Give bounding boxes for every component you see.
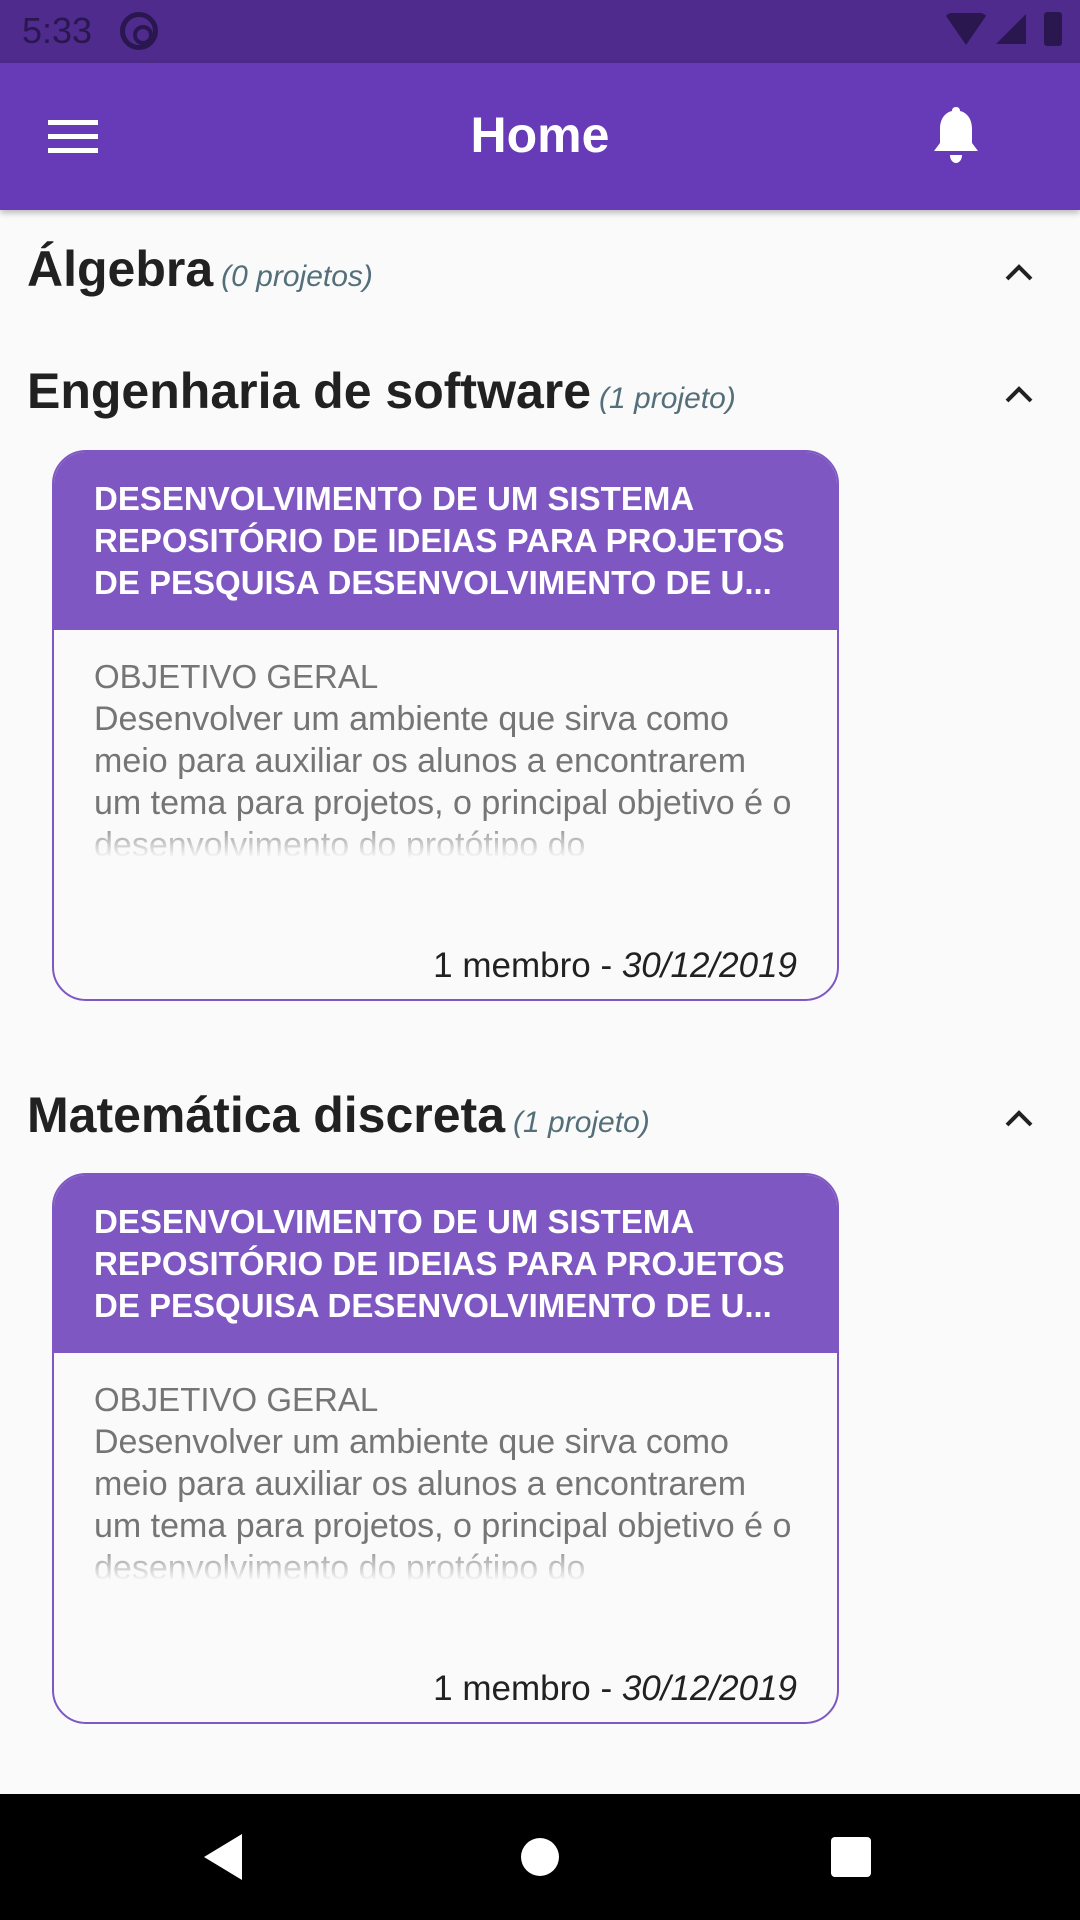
section-count: (1 projeto) <box>599 382 736 415</box>
recents-icon[interactable] <box>831 1837 871 1877</box>
chevron-up-icon[interactable] <box>1003 378 1035 410</box>
project-card[interactable]: DESENVOLVIMENTO DE UM SISTEMA REPOSITÓRI… <box>52 450 839 1001</box>
card-title: DESENVOLVIMENTO DE UM SISTEMA REPOSITÓRI… <box>54 452 837 630</box>
card-footer: 1 membro - 30/12/2019 <box>433 1669 797 1709</box>
section-title: Álgebra (0 projetos) <box>27 240 373 298</box>
home-icon[interactable] <box>521 1838 559 1876</box>
card-description: Desenvolver um ambiente que sirva como m… <box>94 1421 801 1581</box>
card-title: DESENVOLVIMENTO DE UM SISTEMA REPOSITÓRI… <box>54 1175 837 1353</box>
card-body: OBJETIVO GERAL Desenvolver um ambiente q… <box>54 630 837 999</box>
section-title: Engenharia de software (1 projeto) <box>27 362 736 420</box>
back-icon[interactable] <box>204 1834 242 1880</box>
section-count: (1 projeto) <box>513 1106 650 1139</box>
card-body: OBJETIVO GERAL Desenvolver um ambiente q… <box>54 1353 837 1722</box>
chevron-up-icon[interactable] <box>1003 1102 1035 1134</box>
section-count: (0 projetos) <box>221 260 373 293</box>
project-card[interactable]: DESENVOLVIMENTO DE UM SISTEMA REPOSITÓRI… <box>52 1173 839 1724</box>
card-members: 1 membro - <box>433 946 622 985</box>
card-date: 30/12/2019 <box>621 946 797 985</box>
section-title-text: Engenharia de software <box>27 363 592 419</box>
card-footer: 1 membro - 30/12/2019 <box>433 946 797 986</box>
section-title-text: Matemática discreta <box>27 1087 506 1143</box>
signal-icon <box>996 14 1026 44</box>
bell-icon[interactable] <box>930 105 982 165</box>
wifi-icon <box>944 13 988 45</box>
section-header-matematica[interactable]: Matemática discreta (1 projeto) <box>27 1086 1057 1166</box>
card-date: 30/12/2019 <box>621 1669 797 1708</box>
status-icons <box>944 12 1062 46</box>
card-label: OBJETIVO GERAL <box>94 1381 379 1418</box>
card-description: Desenvolver um ambiente que sirva como m… <box>94 698 801 858</box>
section-header-engenharia[interactable]: Engenharia de software (1 projeto) <box>27 362 1057 442</box>
status-time: 5:33 <box>22 10 93 51</box>
status-bar: 5:33 <box>0 0 1080 63</box>
page-title: Home <box>470 107 610 163</box>
app-bar: Home <box>0 63 1080 210</box>
section-header-algebra[interactable]: Álgebra (0 projetos) <box>27 240 1057 320</box>
section-title: Matemática discreta (1 projeto) <box>27 1086 650 1144</box>
card-label: OBJETIVO GERAL <box>94 658 379 695</box>
system-nav-bar <box>0 1794 1080 1920</box>
section-title-text: Álgebra <box>27 241 214 297</box>
sync-icon <box>120 12 158 50</box>
battery-icon <box>1044 12 1062 46</box>
chevron-up-icon[interactable] <box>1003 256 1035 288</box>
card-members: 1 membro - <box>433 1669 622 1708</box>
